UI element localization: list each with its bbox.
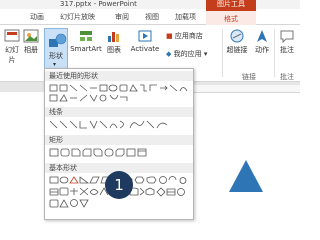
action-icon xyxy=(257,30,267,42)
tab-format[interactable]: 格式 xyxy=(206,9,256,25)
activate-button[interactable]: Activate xyxy=(130,29,160,53)
group-separator-comments xyxy=(274,29,275,77)
tab-view[interactable]: 视图 xyxy=(145,12,159,22)
photo-album-label: 相册 xyxy=(24,46,38,54)
tab-animations[interactable]: 动画 xyxy=(30,12,44,22)
triangle-shape[interactable] xyxy=(229,160,263,192)
new-slide-icon xyxy=(4,29,20,42)
chart-icon xyxy=(108,32,119,42)
my-apps-dropdown-icon: ▾ xyxy=(203,50,208,58)
app-store-icon: ■ xyxy=(166,32,173,40)
section-recent-shapes: 最近使用的形状 xyxy=(45,71,193,81)
smartart-button[interactable]: SmartArt xyxy=(70,29,102,53)
action-label: 动作 xyxy=(255,46,269,54)
chart-button[interactable]: 图表 xyxy=(104,29,124,55)
shapes-icon xyxy=(49,33,67,47)
activate-label: Activate xyxy=(130,45,160,53)
comment-icon xyxy=(280,30,294,43)
new-slide-label: 幻灯片 xyxy=(5,46,19,64)
section-rectangles: 矩形 xyxy=(45,135,193,145)
step-number-badge: 1 xyxy=(105,171,133,199)
section-lines: 线条 xyxy=(45,107,193,117)
hyperlink-icon xyxy=(230,29,244,43)
tab-review[interactable]: 审阅 xyxy=(115,12,129,22)
rectangles-row xyxy=(49,147,191,159)
group-separator xyxy=(222,29,223,77)
comment-button[interactable]: 批注 xyxy=(276,29,298,55)
tab-addins[interactable]: 加载项 xyxy=(175,12,196,22)
shapes-button[interactable]: 形状 ▾ xyxy=(44,28,68,70)
shapes-dropdown-arrow-icon: ▾ xyxy=(53,61,57,68)
shapes-label: 形状 xyxy=(49,52,63,60)
recent-shapes-row xyxy=(49,83,191,103)
hyperlink-button[interactable]: 超链接 xyxy=(224,29,250,55)
hyperlink-label: 超链接 xyxy=(226,46,248,54)
app-store-label: 应用商店 xyxy=(174,32,203,40)
lines-row xyxy=(49,119,191,131)
lines-icons[interactable] xyxy=(49,119,191,131)
photo-album-button[interactable]: 相册 xyxy=(20,29,42,55)
title-bar: 317.pptx - PowerPoint 图片工具 xyxy=(0,0,300,9)
rectangles-icons[interactable] xyxy=(49,147,191,159)
smartart-icon xyxy=(80,31,92,41)
comment-label: 批注 xyxy=(280,46,294,54)
group-label-comments: 批注 xyxy=(280,73,294,81)
horizontal-ruler xyxy=(186,85,300,93)
ribbon-tabs: 动画 幻灯片放映 审阅 视图 加载项 格式 xyxy=(0,9,300,25)
tab-format-label: 格式 xyxy=(224,15,238,23)
window-title: 317.pptx - PowerPoint xyxy=(60,0,137,8)
my-apps-icon: ◆ xyxy=(166,50,172,58)
app-store-button[interactable]: ■ 应用商店 xyxy=(166,31,203,41)
tab-slideshow[interactable]: 幻灯片放映 xyxy=(60,12,95,22)
group-label-links: 链接 xyxy=(242,73,256,81)
my-apps-button[interactable]: ◆ 我的应用 ▾ xyxy=(166,49,207,59)
picture-tools-context-title: 图片工具 xyxy=(206,0,256,9)
photo-album-icon xyxy=(23,29,39,43)
new-slide-button[interactable]: 幻灯片 xyxy=(2,29,22,65)
activate-icon xyxy=(138,30,152,42)
chart-label: 图表 xyxy=(107,46,121,54)
my-apps-label: 我的应用 xyxy=(173,50,202,58)
smartart-label: SmartArt xyxy=(70,45,102,53)
recent-shapes-icons[interactable] xyxy=(49,83,191,103)
action-button[interactable]: 动作 xyxy=(252,29,272,55)
